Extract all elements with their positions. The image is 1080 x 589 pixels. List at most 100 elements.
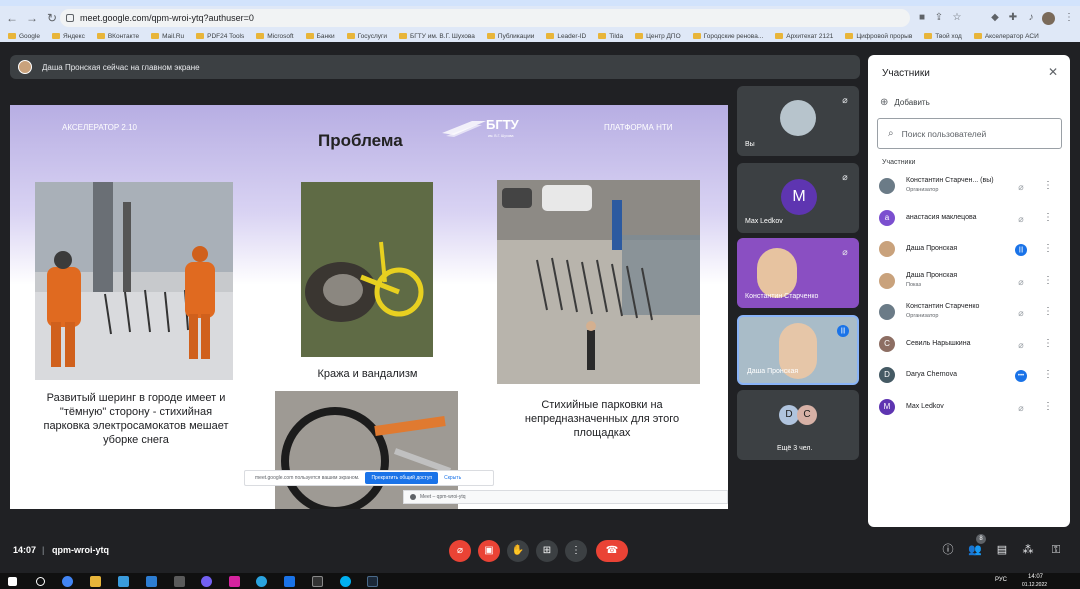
forward-icon[interactable]: →	[24, 10, 40, 26]
more-vert-icon[interactable]: ⋮	[1043, 180, 1053, 191]
app-taskbar-icon[interactable]	[146, 576, 157, 587]
hang-up-button[interactable]: ☎	[596, 540, 628, 562]
bookmark-item[interactable]: Microsoft	[256, 33, 294, 40]
telegram-taskbar-icon[interactable]	[256, 576, 267, 587]
bookmark-item[interactable]: Банки	[305, 33, 335, 40]
bookmark-item[interactable]: Городские реновa...	[692, 33, 763, 40]
participant-row[interactable]: Даша Пронская ||| ⋮	[879, 238, 1059, 260]
profile-avatar[interactable]	[1042, 12, 1055, 25]
participant-row[interactable]: D Darya Chernova ••• ⋮	[879, 364, 1059, 386]
bookmark-item[interactable]: Цифровой прорыв	[845, 33, 912, 40]
puzzle-icon[interactable]: ✚	[1006, 11, 1020, 25]
bookmark-item[interactable]: PDF24 Tools	[196, 33, 244, 40]
more-vert-icon[interactable]: ⋮	[1043, 369, 1053, 380]
more-vert-icon[interactable]: ⋮	[1043, 306, 1053, 317]
more-vert-icon[interactable]: ⋮	[1043, 243, 1053, 254]
caption-right: Стихийные парковки на непредназначенных …	[524, 399, 680, 439]
tile-dasha[interactable]: ||| Даша Пронская	[737, 315, 859, 385]
share-page-icon[interactable]: ⇪	[932, 11, 946, 25]
participant-row[interactable]: M Max Ledkov ⌀ ⋮	[879, 396, 1059, 418]
participant-row[interactable]: а анастасия маклецова ⌀ ⋮	[879, 207, 1059, 229]
screen-share-notice: meet.google.com пользуется вашим экраном…	[244, 470, 494, 486]
raise-hand-button[interactable]: ✋	[507, 540, 529, 562]
skype-taskbar-icon[interactable]	[340, 576, 351, 587]
hide-link[interactable]: Скрыть	[444, 475, 461, 481]
slide-platform-label: ПЛАТФОРМА НТИ	[604, 123, 673, 132]
extension-icon[interactable]: ◆	[988, 11, 1002, 25]
meet-mini-window[interactable]: Meet – qpm-wroi-ytq	[403, 490, 728, 504]
app-taskbar-icon[interactable]	[174, 576, 185, 587]
bookmark-item[interactable]: Твой ход	[924, 33, 962, 40]
instagram-taskbar-icon[interactable]	[229, 576, 240, 587]
speaking-icon: |||	[1015, 244, 1027, 256]
tile-self[interactable]: ⌀ Вы	[737, 86, 859, 156]
add-person-icon: ⊕	[880, 97, 889, 108]
camera-icon[interactable]: ■	[915, 11, 929, 25]
add-people-button[interactable]: ⊕ Добавить	[880, 97, 930, 108]
bookmark-item[interactable]: Tilda	[598, 33, 623, 40]
present-button[interactable]: ⊞	[536, 540, 558, 562]
more-options-button[interactable]: ⋮	[565, 540, 587, 562]
bookmark-item[interactable]: Архитехат 2121	[775, 33, 833, 40]
media-icon[interactable]: ♪	[1024, 11, 1038, 25]
bookmark-star-icon[interactable]: ☆	[950, 11, 964, 25]
tile-more-people[interactable]: D C Ещё 3 чел.	[737, 390, 859, 460]
close-icon[interactable]: ✕	[1048, 65, 1058, 79]
participant-name: Севиль Нарышкина	[906, 339, 971, 347]
participant-row[interactable]: Константин Старченко Организатор ⌀ ⋮	[879, 301, 1059, 323]
language-indicator[interactable]: РУС	[995, 577, 1007, 583]
bookmark-item[interactable]: Яндекс	[51, 33, 85, 40]
participant-name: Константин Старченко	[906, 303, 980, 310]
bookmark-label: Leader-ID	[557, 32, 587, 40]
search-placeholder: Поиск пользователей	[901, 128, 987, 139]
tile-max-ledkov[interactable]: M ⌀ Max Ledkov	[737, 163, 859, 233]
mic-toggle-button[interactable]: ⌀	[449, 540, 471, 562]
more-vert-icon[interactable]: ⋮	[1043, 275, 1053, 286]
participant-row[interactable]: Даша Пронская Показ ⌀ ⋮	[879, 270, 1059, 292]
more-vert-icon[interactable]: ⋮	[1043, 338, 1053, 349]
app-taskbar-icon[interactable]	[284, 576, 295, 587]
bookmark-item[interactable]: Публикации	[486, 33, 534, 40]
people-icon[interactable]: 👥	[967, 542, 983, 558]
camera-toggle-button[interactable]: ▣	[478, 540, 500, 562]
windows-start-icon[interactable]	[8, 577, 17, 586]
chat-icon[interactable]: ▤	[994, 542, 1010, 558]
explorer-taskbar-icon[interactable]	[90, 576, 101, 587]
address-bar[interactable]: meet.google.com/qpm-wroi-ytq?authuser=0	[60, 9, 910, 27]
bookmark-item[interactable]: Акселератор АСИ	[973, 32, 1039, 40]
bookmark-item[interactable]: Leader-ID	[546, 33, 586, 40]
viber-taskbar-icon[interactable]	[201, 576, 212, 587]
info-icon[interactable]: ⓘ	[940, 542, 956, 558]
participant-row[interactable]: Константин Старчен... (вы) Организатор ⌀ ⋮	[879, 175, 1059, 197]
participants-count-badge: 8	[976, 534, 986, 544]
app-taskbar-icon[interactable]	[118, 576, 129, 587]
search-input[interactable]: ⌕ Поиск пользователей	[877, 118, 1062, 149]
stop-sharing-button[interactable]: Прекратить общий доступ	[365, 472, 439, 484]
participant-row[interactable]: С Севиль Нарышкина ⌀ ⋮	[879, 333, 1059, 355]
host-controls-icon[interactable]: ⚿	[1048, 542, 1064, 558]
more-vert-icon[interactable]: ⋮	[1043, 212, 1053, 223]
steam-taskbar-icon[interactable]	[367, 576, 378, 587]
app-taskbar-icon[interactable]	[312, 576, 323, 587]
activities-icon[interactable]: ⁂	[1020, 542, 1036, 558]
menu-dots-icon[interactable]: ⋮	[1062, 11, 1076, 25]
photo-snow-scooters	[35, 182, 233, 380]
reload-icon[interactable]: ↻	[44, 10, 60, 26]
presenter-avatar	[18, 60, 32, 74]
search-taskbar-icon[interactable]	[36, 577, 45, 586]
participant-avatar: D	[879, 367, 895, 383]
bookmark-item[interactable]: Mail.Ru	[151, 33, 184, 40]
search-icon: ⌕	[888, 128, 894, 139]
add-label: Добавить	[894, 98, 930, 107]
bookmark-item[interactable]: Google	[8, 33, 40, 40]
more-vert-icon[interactable]: ⋮	[1043, 401, 1053, 412]
bookmark-item[interactable]: БГТУ им. В.Г. Шухова	[399, 33, 475, 40]
chrome-taskbar-icon[interactable]	[62, 576, 73, 587]
bookmark-item[interactable]: Госуслуги	[346, 33, 387, 40]
bookmark-label: Tilda	[609, 32, 624, 40]
tile-konstantin[interactable]: ⌀ Константин Старченко	[737, 238, 859, 308]
bookmark-item[interactable]: Центр ДПО	[635, 33, 681, 40]
bookmark-item[interactable]: ВКонтакте	[96, 33, 139, 40]
bookmark-label: Акселератор АСИ	[984, 32, 1039, 40]
back-icon[interactable]: ←	[4, 10, 20, 26]
